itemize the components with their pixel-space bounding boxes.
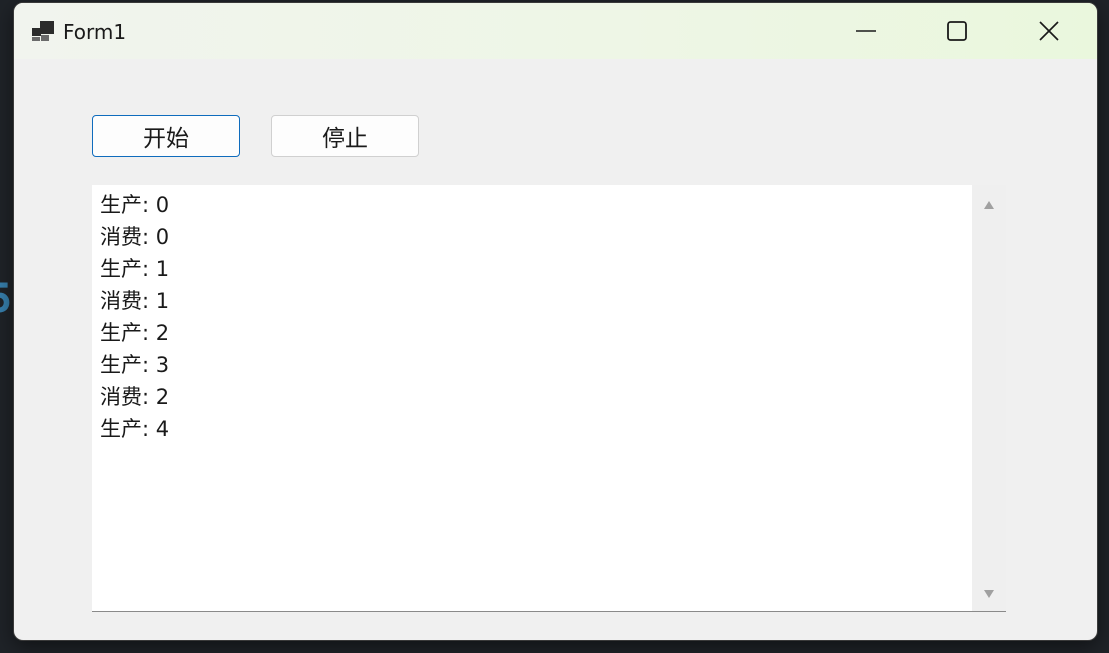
scroll-up-arrow-icon[interactable] xyxy=(983,200,995,210)
close-icon xyxy=(1039,21,1059,41)
scroll-down-arrow-icon[interactable] xyxy=(983,589,995,599)
maximize-icon xyxy=(947,21,967,41)
list-item[interactable]: 生产: 3 xyxy=(100,349,169,381)
log-list: 生产: 0 消费: 0 生产: 1 消费: 1 生产: 2 生产: 3 消费: … xyxy=(100,189,169,445)
backdrop-fragment: 5 xyxy=(0,276,13,322)
start-button[interactable]: 开始 xyxy=(92,115,240,157)
app-window: Form1 开始 停止 生产: 0 消费: 0 生产: 1 消费: 1 生产: … xyxy=(14,3,1097,640)
stop-button[interactable]: 停止 xyxy=(271,115,419,157)
title-bar[interactable]: Form1 xyxy=(14,3,1097,59)
list-item[interactable]: 生产: 2 xyxy=(100,317,169,349)
winforms-app-icon xyxy=(32,21,54,41)
list-item[interactable]: 消费: 2 xyxy=(100,381,169,413)
maximize-button[interactable] xyxy=(911,3,1003,59)
minimize-button[interactable] xyxy=(820,3,912,59)
minimize-icon xyxy=(856,30,876,32)
window-title: Form1 xyxy=(63,20,127,44)
list-item[interactable]: 生产: 4 xyxy=(100,413,169,445)
list-item[interactable]: 生产: 0 xyxy=(100,189,169,221)
log-listbox[interactable]: 生产: 0 消费: 0 生产: 1 消费: 1 生产: 2 生产: 3 消费: … xyxy=(92,185,1006,612)
vertical-scrollbar[interactable] xyxy=(972,185,1006,611)
close-button[interactable] xyxy=(1003,3,1095,59)
list-item[interactable]: 消费: 0 xyxy=(100,221,169,253)
list-item[interactable]: 消费: 1 xyxy=(100,285,169,317)
list-item[interactable]: 生产: 1 xyxy=(100,253,169,285)
